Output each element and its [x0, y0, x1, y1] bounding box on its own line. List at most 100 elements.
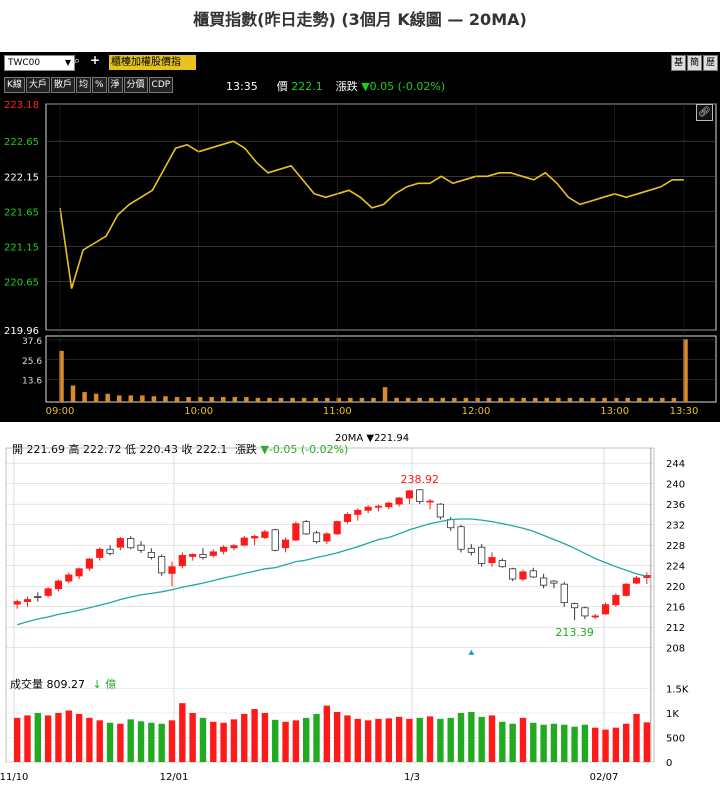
volume-bar — [96, 720, 103, 762]
ma20-line — [17, 518, 647, 626]
candle-body — [158, 556, 166, 574]
candle-body — [529, 570, 537, 578]
candle-body — [343, 514, 352, 522]
volume-bar — [301, 397, 307, 402]
volume-bar — [395, 716, 403, 762]
volume-bar — [426, 716, 434, 762]
candle-body — [75, 568, 83, 577]
volume-bar — [561, 724, 568, 762]
volume-bar — [540, 724, 547, 762]
volume-bar — [354, 718, 362, 762]
candle-body — [230, 545, 238, 549]
volume-bar — [93, 393, 99, 402]
candle-body — [478, 546, 486, 565]
volume-bar — [532, 397, 538, 402]
volume-bar — [151, 396, 157, 402]
time-tick-label: 09:00 — [46, 406, 75, 417]
candle-body — [34, 596, 42, 598]
price-tick-label: 222.15 — [4, 172, 39, 183]
price-tick-label: 223.18 — [4, 100, 39, 111]
volume-bar — [643, 722, 651, 762]
volume-bar — [530, 722, 537, 762]
candle-body — [601, 604, 610, 615]
volume-bar — [220, 722, 227, 762]
volume-bar — [375, 718, 382, 762]
volume-bar — [581, 724, 589, 762]
candle-body — [364, 506, 372, 511]
volume-bar — [209, 397, 214, 402]
candle-body — [85, 558, 94, 569]
candle-body — [250, 536, 259, 539]
kline-price-tick: 224 — [666, 562, 685, 573]
volume-bar — [344, 715, 351, 762]
candle-body — [426, 500, 434, 503]
time-tick-label: 10:00 — [184, 406, 213, 417]
volume-bar — [34, 712, 42, 762]
date-tick-label: 11/10 — [0, 772, 28, 783]
volume-bar — [417, 397, 422, 402]
volume-tick-label: 13.6 — [22, 377, 42, 387]
candle-body — [44, 588, 52, 596]
candle-body — [137, 544, 145, 551]
candle-body — [302, 521, 310, 535]
volume-bar — [106, 722, 114, 762]
date-tick-label: 1/3 — [404, 772, 420, 783]
candle-body — [395, 497, 403, 505]
volume-bar — [261, 712, 269, 762]
candle-body — [116, 538, 124, 548]
volume-bar — [509, 397, 515, 402]
kline-price-tick: 212 — [666, 623, 685, 634]
candle-body — [509, 568, 517, 580]
volume-bar — [241, 713, 248, 762]
volume-bar — [405, 397, 411, 402]
candle-body — [271, 529, 279, 551]
volume-bar — [127, 719, 134, 762]
volume-bar — [13, 717, 21, 762]
volume-bar — [660, 397, 665, 402]
kline-price-tick: 240 — [666, 480, 685, 491]
volume-bar — [519, 717, 527, 762]
volume-bar — [168, 720, 176, 762]
volume-bar — [244, 397, 249, 402]
candle-body — [147, 551, 155, 558]
volume-bar — [65, 710, 72, 762]
volume-bar — [521, 397, 526, 402]
price-tick-label: 222.65 — [4, 137, 39, 148]
volume-bar — [82, 392, 87, 402]
volume-bar — [602, 397, 607, 402]
candle-body — [23, 599, 32, 602]
price-tick-label: 219.96 — [4, 326, 39, 337]
candle-body — [354, 509, 362, 515]
volume-bar — [323, 705, 331, 762]
candle-body — [199, 554, 207, 558]
volume-bar — [478, 716, 485, 762]
intraday-panel: TWC00 ▼ ⌕ + 櫃檯加權股價指 基 簡 歷 K線 大戶 散戶 均 % 淨… — [0, 52, 720, 422]
candle-body — [168, 566, 176, 574]
candle-body — [385, 502, 393, 508]
volume-bar — [75, 713, 83, 762]
candle-body — [209, 551, 217, 556]
volume-bar — [550, 723, 558, 762]
volume-tick-label: 25.6 — [22, 357, 42, 367]
volume-bar — [302, 717, 310, 762]
volume-bar — [158, 723, 165, 762]
volume-bar — [199, 717, 207, 762]
volume-bar — [86, 717, 93, 762]
low-annotation: 213.39 — [555, 626, 594, 639]
date-tick-label: 02/07 — [590, 772, 619, 783]
volume-bar — [457, 712, 465, 762]
candle-body — [96, 548, 104, 558]
volume-bar — [313, 713, 320, 762]
volume-bar — [556, 397, 561, 402]
link-icon[interactable]: 🔗︎ — [696, 104, 713, 121]
page-title: 櫃買指數(昨日走勢) (3個月 K線圖 — 20MA) — [193, 10, 527, 29]
volume-bar — [70, 385, 76, 402]
candle-body — [333, 521, 341, 535]
volume-bar — [333, 711, 341, 762]
candle-body — [281, 539, 290, 549]
candle-body — [447, 519, 455, 529]
volume-bar — [385, 718, 392, 762]
volume-bar — [24, 715, 31, 762]
time-tick-label: 12:00 — [462, 406, 491, 417]
volume-bar — [394, 397, 399, 402]
